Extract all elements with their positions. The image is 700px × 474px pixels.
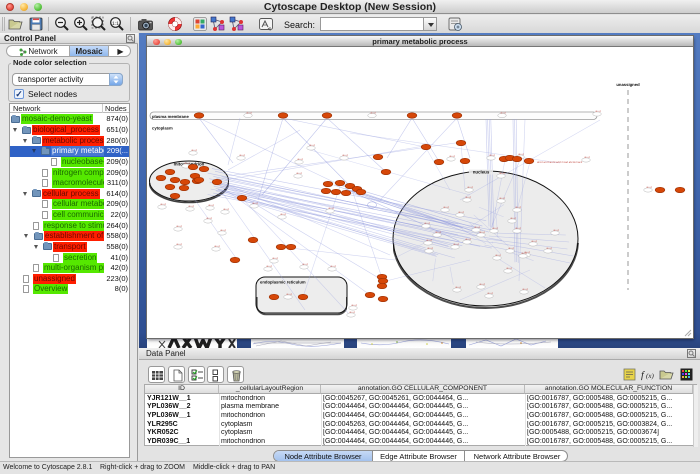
svg-text:abcd acd bacdd adcb bcad abcde: abcd acd bacdd adcb bcad abcde bacd [537,161,583,164]
svg-text:ab cd: ab cd [465,238,472,241]
svg-text:(x): (x) [646,372,654,380]
svg-text:ab cd: ab cd [453,243,460,246]
svg-text:ab cd: ab cd [435,231,442,234]
svg-text:ab cd: ab cd [449,155,456,158]
svg-text:ab cd: ab cd [206,217,213,220]
svg-text:ab cd: ab cd [455,286,462,289]
svg-text:ab cd: ab cd [500,112,507,115]
svg-text:unassigned: unassigned [616,82,640,87]
svg-text:ab cd: ab cd [349,311,356,314]
svg-text:ab cd: ab cd [328,207,335,210]
svg-text:1:1: 1:1 [112,21,119,27]
svg-text:ab cd: ab cd [515,206,522,209]
svg-text:ab cd: ab cd [246,112,253,115]
svg-text:ab cd: ab cd [370,112,377,115]
svg-text:ab cd: ab cd [214,245,221,248]
svg-text:ab cd: ab cd [191,149,198,152]
svg-text:ab cd: ab cd [160,203,167,206]
svg-text:ab cd: ab cd [499,172,506,175]
svg-text:ab cd: ab cd [465,196,472,199]
svg-text:ab cd: ab cd [595,110,602,113]
svg-text:ab cd: ab cd [479,283,486,286]
svg-text:ab cd: ab cd [176,225,183,228]
svg-text:ab cd: ab cd [330,265,337,268]
svg-text:ab cd: ab cd [302,263,309,266]
svg-text:ab cd: ab cd [342,154,349,157]
svg-text:ab cd: ab cd [176,243,183,246]
svg-text:ab cd: ab cd [506,267,513,270]
svg-text:f: f [641,370,645,381]
svg-text:ab cd: ab cd [646,186,653,189]
svg-text:nucleus: nucleus [473,170,490,175]
svg-text:ab cd: ab cd [510,217,517,220]
svg-text:ab cd: ab cd [266,265,273,268]
svg-text:ab cd: ab cd [426,239,433,242]
svg-text:ab cd: ab cd [474,226,481,229]
svg-text:ab cd: ab cd [309,144,316,147]
svg-text:ab cd: ab cd [499,197,506,200]
svg-text:ab cd: ab cd [427,247,434,250]
svg-text:ab cd: ab cd [495,254,502,257]
svg-text:ab cd: ab cd [467,186,474,189]
svg-text:ab cd: ab cd [553,229,560,232]
svg-text:ab cd: ab cd [584,156,591,159]
svg-text:ab cd: ab cd [479,231,486,234]
svg-text:ab cd: ab cd [280,213,287,216]
svg-text:endoplasmic reticulum: endoplasmic reticulum [260,280,306,285]
svg-text:ab cd: ab cd [424,222,431,225]
svg-text:ab cd: ab cd [492,227,499,230]
svg-text:ab cd: ab cd [188,205,195,208]
svg-text:ab cd: ab cd [296,172,303,175]
svg-text:ab cd: ab cd [208,204,215,207]
svg-text:ab cd: ab cd [443,206,450,209]
svg-text:ab cd: ab cd [521,252,528,255]
svg-text:ab cd: ab cd [518,153,525,156]
svg-text:ab cd: ab cd [515,227,522,230]
svg-text:ab cd: ab cd [272,257,279,260]
svg-text:ab cd: ab cd [546,247,553,250]
svg-text:ab cd: ab cd [351,304,358,307]
svg-text:plasma membrane: plasma membrane [152,114,189,119]
svg-text:ab cd: ab cd [223,208,230,211]
svg-text:ab cd: ab cd [297,158,304,161]
svg-text:ab cd: ab cd [531,240,538,243]
svg-text:ab cd: ab cd [458,211,465,214]
svg-text:ab cd: ab cd [252,202,259,205]
svg-text:ab cd: ab cd [508,247,515,250]
svg-text:ab cd: ab cd [522,288,529,291]
svg-text:ab cd: ab cd [487,292,494,295]
svg-text:ab cd: ab cd [286,293,293,296]
svg-text:ab cd: ab cd [489,154,496,157]
svg-text:ab cd: ab cd [239,154,246,157]
svg-text:cytoplasm: cytoplasm [152,126,173,131]
svg-text:ab cd: ab cd [220,229,227,232]
